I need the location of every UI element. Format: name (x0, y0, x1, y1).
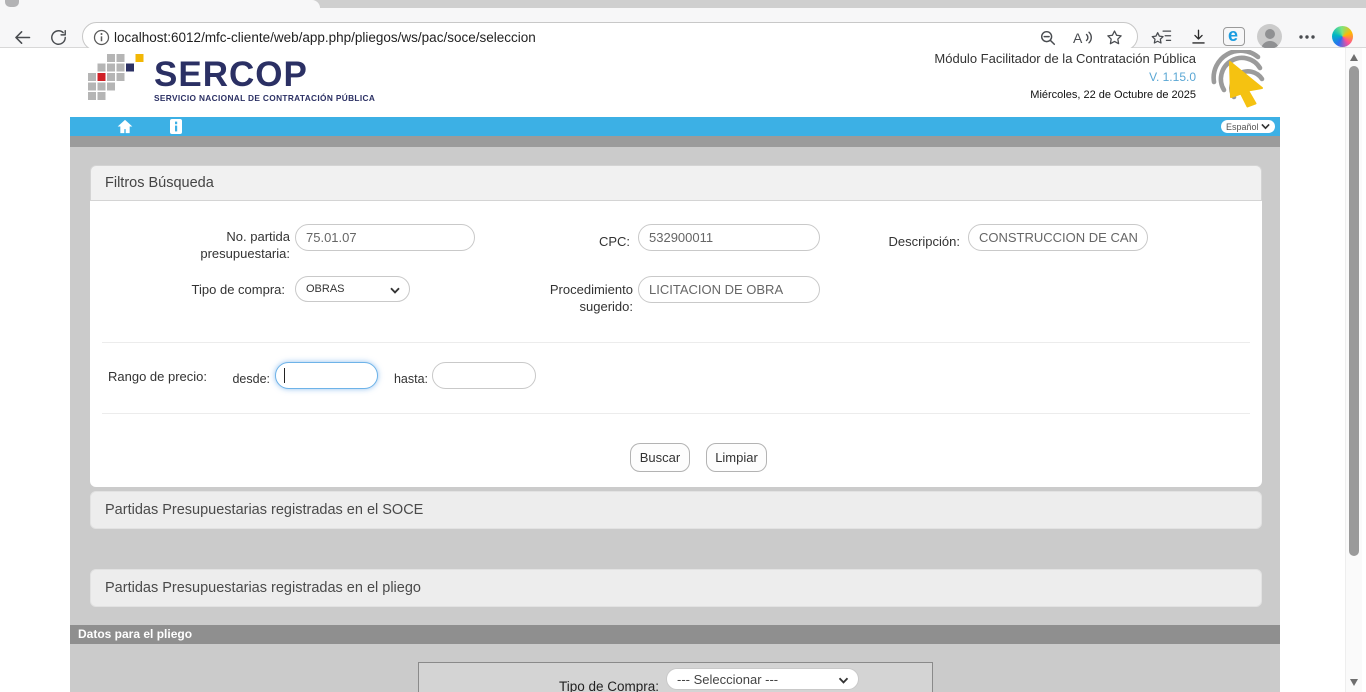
browser-window: localhost:6012/mfc-cliente/web/app.php/p… (0, 0, 1366, 692)
favorites-bar-icon[interactable] (1149, 26, 1173, 48)
desde-input[interactable] (275, 362, 378, 389)
address-bar[interactable]: localhost:6012/mfc-cliente/web/app.php/p… (82, 22, 1138, 51)
cpc-label: CPC: (530, 233, 630, 250)
mfc-swoosh-logo (1200, 50, 1278, 108)
sercop-pixel-logo (88, 54, 146, 104)
page-container: SERCOP SERVICIO NACIONAL DE CONTRATACIÓN… (70, 48, 1280, 692)
text-caret (284, 368, 285, 383)
logo-title: SERCOP (154, 60, 375, 90)
filters-panel: Filtros Búsqueda No. partida presupuesta… (90, 165, 1262, 487)
date-label: Miércoles, 22 de Octubre de 2025 (934, 89, 1196, 101)
partida-label: No. partida presupuestaria: (170, 228, 290, 262)
version-label: V. 1.15.0 (934, 70, 1196, 84)
downloads-icon[interactable] (1186, 26, 1210, 48)
divider (102, 342, 1250, 343)
pliego-tipo-compra-label: Tipo de Compra: (459, 679, 659, 692)
svg-text:A: A (1073, 30, 1083, 46)
chevron-down-icon (838, 677, 849, 684)
main-navbar: Español (70, 117, 1280, 136)
tipo-compra-value: OBRAS (306, 283, 345, 295)
desde-label: desde: (228, 371, 270, 388)
browser-toolbar: localhost:6012/mfc-cliente/web/app.php/p… (0, 8, 1366, 48)
pliego-tipo-compra-select[interactable]: --- Seleccionar --- (666, 668, 859, 690)
ie-mode-icon[interactable]: e (1223, 27, 1245, 46)
home-icon[interactable] (115, 118, 135, 135)
module-title: Módulo Facilitador de la Contratación Pú… (934, 51, 1196, 66)
page-scrollbar[interactable] (1345, 48, 1362, 692)
refresh-icon[interactable] (46, 26, 70, 48)
site-header: SERCOP SERVICIO NACIONAL DE CONTRATACIÓN… (70, 48, 1280, 117)
descripcion-input[interactable] (968, 224, 1148, 251)
pliego-form-box: Tipo de Compra: --- Seleccionar --- (418, 662, 933, 692)
filters-panel-title: Filtros Búsqueda (90, 165, 1262, 201)
section-soce[interactable]: Partidas Presupuestarias registradas en … (90, 491, 1262, 529)
logo-subtitle: SERVICIO NACIONAL DE CONTRATACIÓN PÚBLIC… (154, 93, 375, 103)
rango-precio-label: Rango de precio: (108, 368, 220, 385)
section-datos-pliego: Datos para el pliego (70, 625, 1280, 644)
tipo-compra-label: Tipo de compra: (185, 281, 285, 298)
sercop-logo: SERCOP SERVICIO NACIONAL DE CONTRATACIÓN… (88, 54, 375, 104)
web-page: SERCOP SERVICIO NACIONAL DE CONTRATACIÓN… (0, 48, 1366, 692)
tab-handle[interactable] (5, 0, 19, 7)
language-select[interactable]: Español (1221, 120, 1275, 133)
header-meta: Módulo Facilitador de la Contratación Pú… (934, 51, 1196, 101)
pliego-tipo-compra-value: --- Seleccionar --- (677, 672, 778, 687)
scroll-up-arrow[interactable] (1350, 54, 1358, 61)
filters-panel-body: No. partida presupuestaria: CPC: Descrip… (90, 201, 1262, 487)
partida-input[interactable] (295, 224, 475, 251)
scroll-down-arrow[interactable] (1350, 679, 1358, 686)
back-icon[interactable] (10, 26, 34, 48)
navbar-shadow-strip (70, 136, 1280, 147)
avatar-head (1265, 29, 1275, 39)
settings-more-icon[interactable] (1295, 26, 1319, 48)
info-icon[interactable] (166, 118, 186, 135)
buscar-button[interactable]: Buscar (630, 443, 690, 472)
profile-avatar[interactable] (1257, 24, 1282, 49)
limpiar-button[interactable]: Limpiar (706, 443, 767, 472)
divider (102, 413, 1250, 414)
descripcion-label: Descripción: (860, 233, 960, 250)
hasta-label: hasta: (388, 371, 428, 388)
procedimiento-input[interactable] (638, 276, 820, 303)
procedimiento-label: Procedimiento sugerido: (513, 281, 633, 315)
zoom-out-icon[interactable] (1037, 28, 1059, 47)
active-tab[interactable] (0, 0, 320, 8)
url-text[interactable]: localhost:6012/mfc-cliente/web/app.php/p… (114, 30, 536, 45)
language-label: Español (1226, 122, 1259, 132)
tipo-compra-select[interactable]: OBRAS (295, 276, 410, 302)
chevron-down-icon (1261, 123, 1270, 130)
hasta-input[interactable] (432, 362, 536, 389)
chevron-down-icon (390, 287, 400, 294)
copilot-icon[interactable] (1332, 26, 1353, 47)
tab-strip (0, 0, 1366, 8)
scrollbar-thumb[interactable] (1349, 66, 1359, 556)
favorite-star-icon[interactable] (1103, 28, 1125, 47)
section-pliego[interactable]: Partidas Presupuestarias registradas en … (90, 569, 1262, 607)
read-aloud-icon[interactable]: A (1071, 28, 1093, 47)
cpc-input[interactable] (638, 224, 820, 251)
